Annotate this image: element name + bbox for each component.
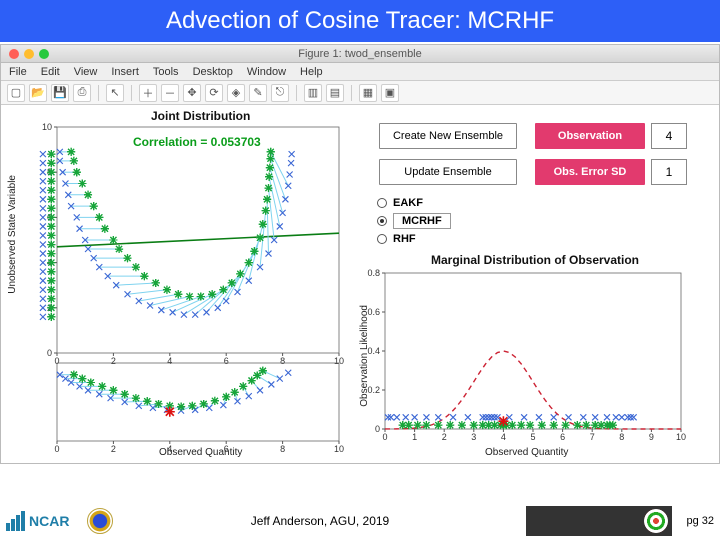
window-title: Figure 1: twod_ensemble <box>1 48 719 60</box>
svg-text:6: 6 <box>224 356 229 366</box>
pan-icon[interactable]: ✥ <box>183 84 201 102</box>
menu-tools[interactable]: Tools <box>153 66 179 78</box>
dart-logo <box>526 506 672 536</box>
data-cursor-icon[interactable]: ◈ <box>227 84 245 102</box>
colorbar-icon[interactable]: ▥ <box>304 84 322 102</box>
svg-text:0: 0 <box>54 444 59 454</box>
legend-icon[interactable]: ▤ <box>326 84 344 102</box>
toolbar[interactable]: ▢ 📂 💾 ⎙ ↖ ＋ － ✥ ⟳ ◈ ✎ ⎋ ▥ ▤ ▦ ▣ <box>1 81 719 105</box>
slide-title-bar: Advection of Cosine Tracer: MCRHF <box>0 0 720 42</box>
grid-icon[interactable]: ▦ <box>359 84 377 102</box>
menu-edit[interactable]: Edit <box>41 66 60 78</box>
svg-text:8: 8 <box>280 444 285 454</box>
save-icon[interactable]: 💾 <box>51 84 69 102</box>
menubar[interactable]: File Edit View Insert Tools Desktop Wind… <box>1 63 719 81</box>
svg-text:1: 1 <box>412 432 417 442</box>
svg-text:4: 4 <box>167 356 172 366</box>
svg-text:6: 6 <box>224 444 229 454</box>
zoom-in-icon[interactable]: ＋ <box>139 84 157 102</box>
svg-text:2: 2 <box>111 356 116 366</box>
footer-credit: Jeff Anderson, AGU, 2019 <box>251 514 390 528</box>
nsf-seal-icon <box>87 508 113 534</box>
svg-text:3: 3 <box>471 432 476 442</box>
subplot-icon[interactable]: ▣ <box>381 84 399 102</box>
page-number: pg 32 <box>686 515 714 527</box>
svg-text:5: 5 <box>530 432 535 442</box>
open-icon[interactable]: 📂 <box>29 84 47 102</box>
menu-desktop[interactable]: Desktop <box>193 66 233 78</box>
svg-text:0.8: 0.8 <box>367 268 380 278</box>
svg-text:4: 4 <box>501 432 506 442</box>
brush-icon[interactable]: ✎ <box>249 84 267 102</box>
svg-text:10: 10 <box>334 444 344 454</box>
plot-canvas: Joint Distribution Unobserved State Vari… <box>1 105 719 463</box>
slide-footer: NCAR Jeff Anderson, AGU, 2019 pg 32 <box>0 502 720 540</box>
rotate-icon[interactable]: ⟳ <box>205 84 223 102</box>
dartboard-icon <box>644 509 668 533</box>
window-titlebar: Figure 1: twod_ensemble <box>1 45 719 63</box>
pointer-icon[interactable]: ↖ <box>106 84 124 102</box>
svg-text:0.2: 0.2 <box>367 385 380 395</box>
svg-text:10: 10 <box>676 432 686 442</box>
slide-title: Advection of Cosine Tracer: MCRHF <box>166 7 554 35</box>
svg-text:0: 0 <box>375 424 380 434</box>
svg-text:0.4: 0.4 <box>367 346 380 356</box>
svg-text:2: 2 <box>442 432 447 442</box>
svg-text:8: 8 <box>619 432 624 442</box>
svg-text:9: 9 <box>649 432 654 442</box>
menu-file[interactable]: File <box>9 66 27 78</box>
svg-text:4: 4 <box>167 444 172 454</box>
menu-window[interactable]: Window <box>247 66 286 78</box>
svg-text:0.6: 0.6 <box>367 307 380 317</box>
svg-text:6: 6 <box>560 432 565 442</box>
ncar-logo: NCAR <box>6 511 69 531</box>
menu-help[interactable]: Help <box>300 66 323 78</box>
matlab-figure-window: Figure 1: twod_ensemble File Edit View I… <box>0 44 720 464</box>
svg-text:0: 0 <box>382 432 387 442</box>
zoom-out-icon[interactable]: － <box>161 84 179 102</box>
svg-text:10: 10 <box>42 122 52 132</box>
svg-text:2: 2 <box>111 444 116 454</box>
svg-text:7: 7 <box>590 432 595 442</box>
link-icon[interactable]: ⎋ <box>271 84 289 102</box>
new-icon[interactable]: ▢ <box>7 84 25 102</box>
svg-text:0: 0 <box>47 348 52 358</box>
menu-insert[interactable]: Insert <box>111 66 139 78</box>
menu-view[interactable]: View <box>74 66 98 78</box>
svg-text:8: 8 <box>280 356 285 366</box>
print-icon[interactable]: ⎙ <box>73 84 91 102</box>
plots-svg: 02468100246810024681001234567891000.20.4… <box>1 105 701 463</box>
